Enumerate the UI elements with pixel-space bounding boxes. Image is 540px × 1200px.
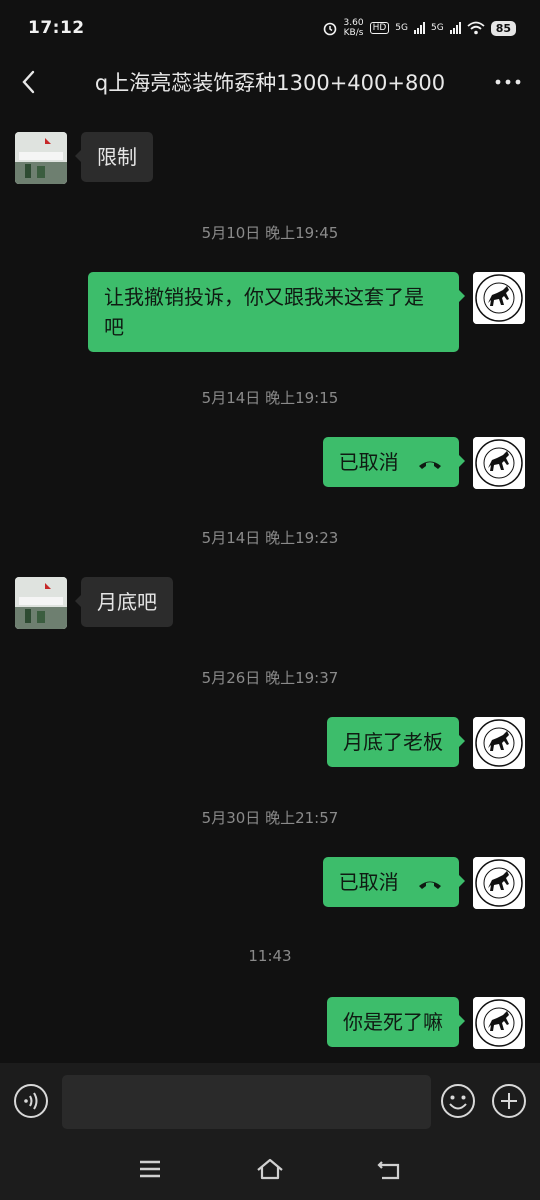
more-functions-button[interactable] (490, 1082, 528, 1120)
horse-seal-avatar-image (473, 717, 525, 769)
message-bubble-outgoing[interactable]: 月底了老板 (327, 717, 465, 767)
signal-icon (449, 22, 461, 34)
emoji-button[interactable] (439, 1082, 477, 1120)
voice-icon (14, 1084, 48, 1118)
recent-apps-button[interactable] (134, 1153, 166, 1185)
message-timestamp: 5月14日 晚上19:15 (201, 389, 339, 407)
horse-seal-avatar-image (473, 437, 525, 489)
horse-seal-avatar-image (473, 272, 525, 324)
message-bubble-incoming[interactable]: 限制 (75, 132, 153, 182)
my-avatar[interactable] (473, 997, 525, 1049)
message-timestamp: 5月10日 晚上19:45 (201, 224, 339, 242)
back-button[interactable] (14, 66, 46, 98)
wifi-icon (467, 21, 485, 35)
home-icon (257, 1158, 283, 1180)
message-timestamp: 5月26日 晚上19:37 (201, 669, 339, 687)
phone-hangup-icon (419, 461, 441, 469)
status-time: 17:12 (28, 18, 85, 38)
plus-icon (492, 1084, 526, 1118)
contact-avatar-image (15, 132, 67, 184)
more-options-button[interactable] (492, 66, 524, 98)
alarm-icon (323, 22, 336, 36)
contact-avatar-image (15, 577, 67, 629)
message-bubble-outgoing[interactable]: 让我撤销投诉，你又跟我来这套了是吧 (88, 272, 465, 352)
return-icon (377, 1161, 400, 1180)
message-timestamp: 11:43 (248, 947, 292, 965)
phone-hangup-icon (419, 881, 441, 889)
my-avatar[interactable] (473, 272, 525, 324)
menu-icon (140, 1160, 160, 1178)
signal-icon (413, 22, 425, 34)
net-speed-value: 3.60 (343, 18, 364, 28)
net-speed: 3.60 KB/s (344, 18, 364, 38)
input-bar (0, 1063, 540, 1139)
horse-seal-avatar-image (473, 997, 525, 1049)
network-type-1: 5G (395, 23, 408, 33)
my-avatar[interactable] (473, 437, 525, 489)
network-type-2: 5G (430, 23, 444, 33)
my-avatar[interactable] (473, 857, 525, 909)
message-timestamp: 5月30日 晚上21:57 (201, 809, 339, 827)
call-record-bubble[interactable]: 已取消 (322, 437, 466, 487)
more-dots-icon (495, 79, 521, 85)
horse-seal-avatar-image (473, 857, 525, 909)
system-navigation-bar (0, 1139, 540, 1200)
message-bubble-incoming[interactable]: 月底吧 (75, 577, 173, 627)
net-speed-unit: KB/s (343, 28, 364, 38)
back-nav-button[interactable] (374, 1153, 406, 1185)
call-status-text: 已取消 (338, 870, 399, 894)
chevron-left-icon (22, 70, 35, 94)
call-status-text: 已取消 (338, 450, 399, 474)
message-list[interactable]: 限制 5月10日 晚上19:45 让我撤销投诉，你又跟我来这套了是吧 5月14日… (0, 108, 540, 1063)
status-icons: 3.60 KB/s HD 5G 5G 85 (322, 18, 516, 38)
message-input[interactable] (62, 1075, 431, 1129)
contact-avatar[interactable] (15, 577, 67, 629)
battery-indicator: 85 (490, 20, 516, 36)
emoji-icon (441, 1084, 475, 1118)
call-record-bubble[interactable]: 已取消 (322, 857, 466, 907)
chat-title: q上海亮蕊装饰孬种1300+400+800 (94, 71, 446, 95)
status-bar: 17:12 3.60 KB/s HD 5G 5G 85 (0, 0, 540, 56)
home-button[interactable] (254, 1153, 286, 1185)
voice-input-button[interactable] (12, 1082, 50, 1120)
hd-badge: HD (369, 22, 390, 34)
message-timestamp: 5月14日 晚上19:23 (201, 529, 339, 547)
message-bubble-outgoing[interactable]: 你是死了嘛 (327, 997, 465, 1047)
chat-header: q上海亮蕊装饰孬种1300+400+800 (0, 56, 540, 108)
my-avatar[interactable] (473, 717, 525, 769)
contact-avatar[interactable] (15, 132, 67, 184)
